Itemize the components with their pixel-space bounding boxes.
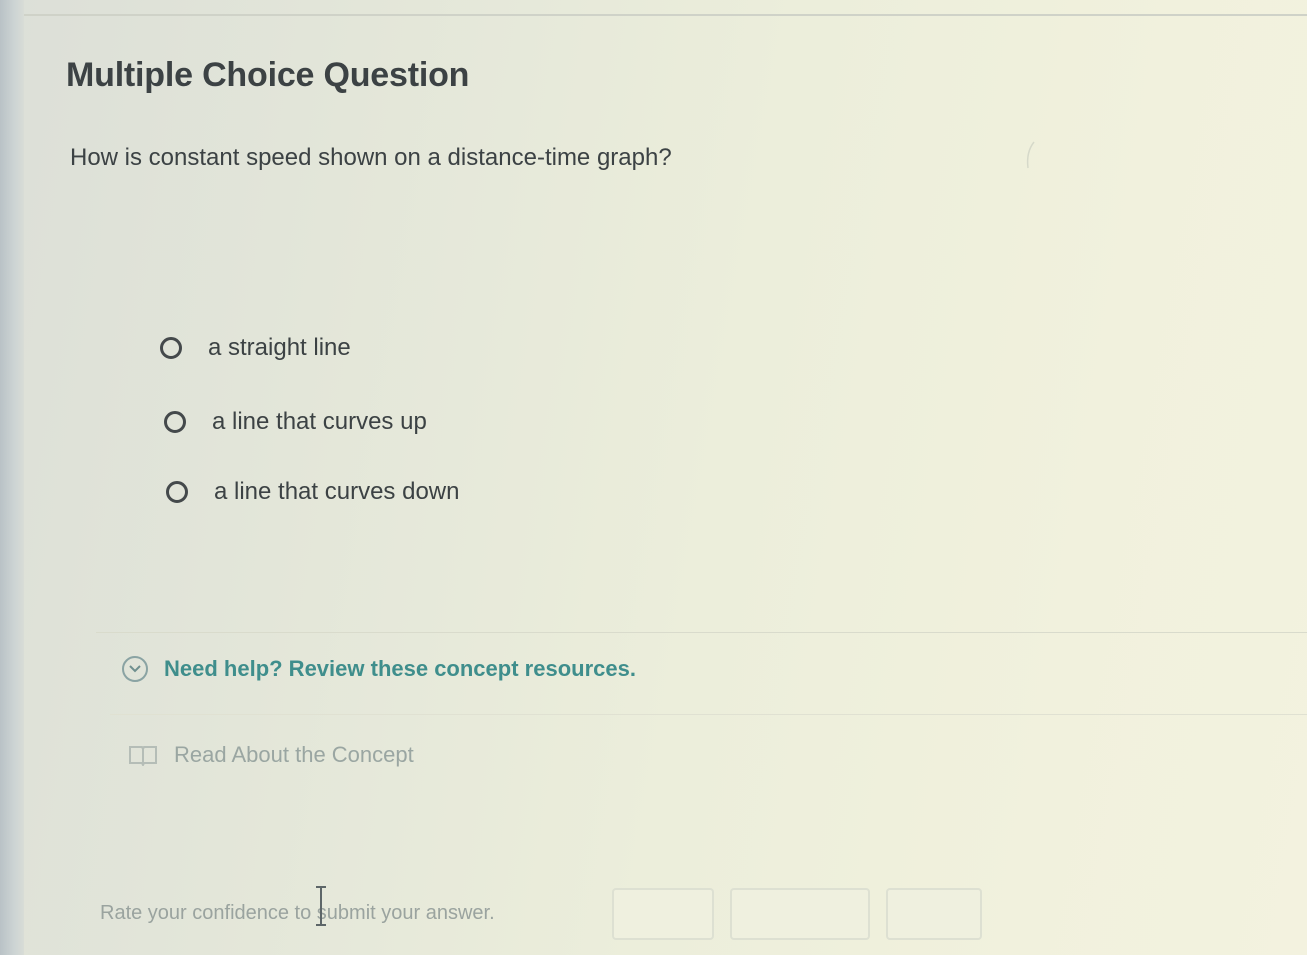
question-prompt: How is constant speed shown on a distanc… [70, 144, 672, 171]
confidence-prompt: Rate your confidence to submit your answ… [100, 902, 495, 924]
confidence-high-button[interactable] [886, 888, 982, 940]
radio-unchecked-icon[interactable] [166, 481, 188, 503]
read-about-concept-label[interactable]: Read About the Concept [174, 742, 414, 768]
help-resources-toggle[interactable]: Need help? Review these concept resource… [122, 656, 636, 682]
confidence-medium-button[interactable] [730, 888, 870, 940]
section-divider [110, 714, 1307, 715]
answer-choice-1[interactable]: a straight line [160, 330, 459, 366]
help-toggle-label[interactable]: Need help? Review these concept resource… [164, 656, 636, 682]
page-title: Multiple Choice Question [66, 56, 470, 94]
screen-glare [1026, 141, 1035, 169]
radio-unchecked-icon[interactable] [164, 411, 186, 433]
answer-choice-label: a line that curves up [212, 408, 427, 435]
confidence-low-button[interactable] [612, 888, 714, 940]
text-cursor-icon [316, 886, 326, 926]
top-divider [24, 14, 1307, 16]
answer-choice-2[interactable]: a line that curves up [164, 404, 459, 440]
chevron-down-circle-icon[interactable] [122, 656, 148, 682]
book-icon [129, 746, 157, 766]
answer-choice-label: a straight line [208, 334, 351, 361]
read-about-concept-link[interactable]: Read About the Concept [128, 742, 414, 768]
answer-choice-3[interactable]: a line that curves down [166, 474, 459, 510]
answer-choices: a straight line a line that curves up a … [160, 330, 459, 510]
answer-choice-label: a line that curves down [214, 478, 460, 505]
radio-unchecked-icon[interactable] [160, 337, 182, 359]
screen-edge [0, 0, 24, 955]
section-divider [96, 632, 1307, 633]
